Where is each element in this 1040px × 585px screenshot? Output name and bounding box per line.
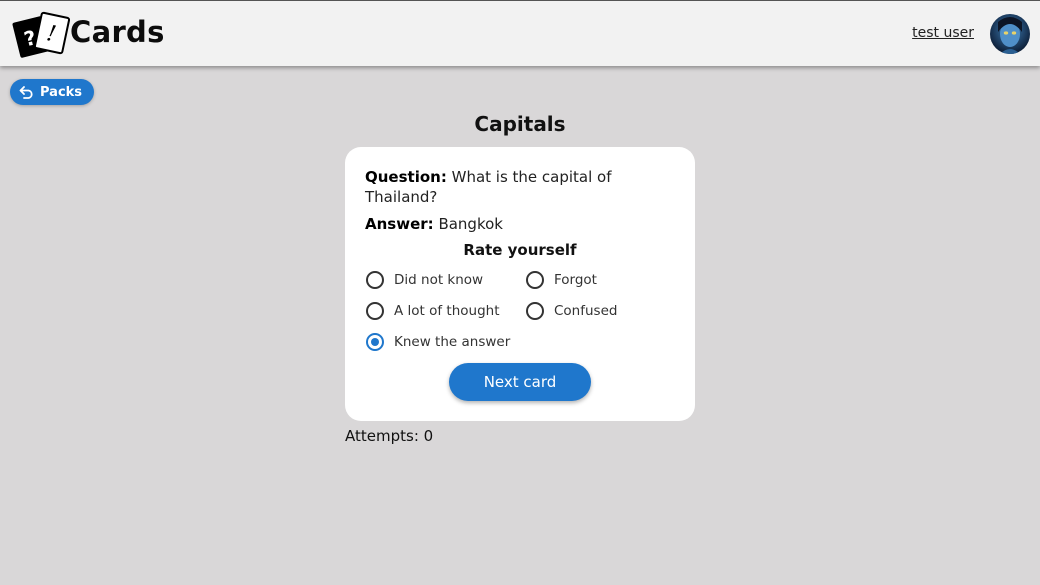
app-header: ? ! Cards test user [0,0,1040,66]
radio-did-not-know[interactable] [366,271,384,289]
flashcard: Question: What is the capital of Thailan… [345,147,695,421]
attempts-counter: Attempts: 0 [345,427,433,445]
answer-text: Bangkok [438,215,503,233]
rating-option-a-lot-of-thought[interactable]: A lot of thought [366,302,500,320]
question-label: Question: [365,168,447,186]
rating-option-knew-the-answer[interactable]: Knew the answer [366,333,510,351]
radio-a-lot-of-thought[interactable] [366,302,384,320]
user-avatar[interactable] [990,14,1030,54]
rating-option-label: Knew the answer [394,334,511,350]
back-button-label: Packs [40,84,83,100]
radio-forgot[interactable] [526,271,544,289]
cards-logo-icon[interactable]: ? ! [12,11,71,59]
rating-option-label: Forgot [554,272,597,288]
rating-option-confused[interactable]: Confused [526,302,617,320]
rating-option-did-not-know[interactable]: Did not know [366,271,483,289]
attempts-label: Attempts: [345,427,419,445]
rating-option-label: Confused [554,303,618,319]
back-to-packs-button[interactable]: Packs [10,79,94,105]
pack-title: Capitals [474,112,566,136]
rating-option-forgot[interactable]: Forgot [526,271,597,289]
question-block: Question: What is the capital of Thailan… [365,167,665,207]
next-card-button[interactable]: Next card [449,363,591,401]
attempts-value: 0 [423,427,434,445]
return-arrow-icon [19,85,33,99]
rating-option-label: A lot of thought [394,303,500,319]
radio-confused[interactable] [526,302,544,320]
radio-knew-the-answer[interactable] [366,333,384,351]
answer-block: Answer: Bangkok [365,214,665,234]
answer-label: Answer: [365,215,434,233]
user-profile-link[interactable]: test user [912,25,974,41]
app-title: Cards [70,15,165,49]
rating-option-label: Did not know [394,272,484,288]
rate-yourself-heading: Rate yourself [463,241,577,259]
